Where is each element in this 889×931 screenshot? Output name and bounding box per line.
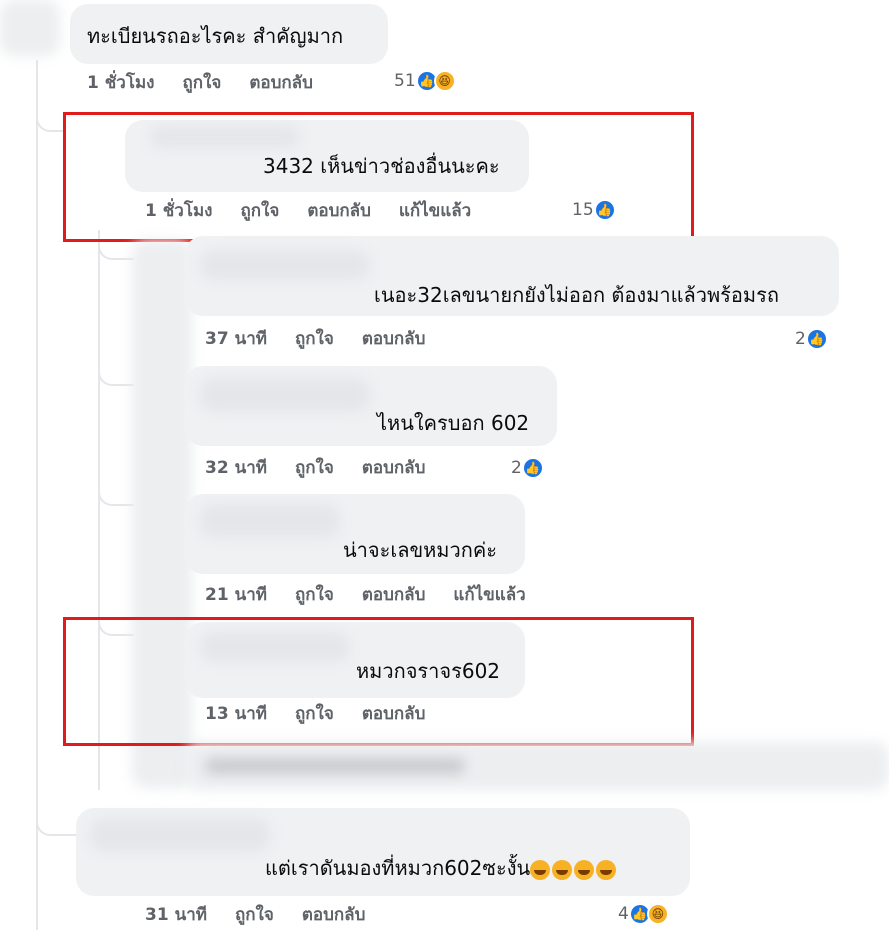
reply-button[interactable]: ตอบกลับ: [249, 73, 313, 93]
like-button[interactable]: ถูกใจ: [295, 458, 334, 478]
comment-text: ทะเบียนรถอะไรคะ สำคัญมาก: [87, 24, 344, 48]
thread-branch: [98, 480, 134, 506]
haha-reaction-icon: 😆: [646, 903, 669, 925]
comment-timestamp[interactable]: 1 ชั่วโมง: [87, 73, 154, 93]
comment-actions: 32 นาที ถูกใจ ตอบกลับ: [205, 457, 453, 479]
thread-branch: [36, 800, 78, 836]
rofl-emoji: [596, 859, 617, 880]
rofl-emoji: [552, 859, 573, 880]
comment-text: น่าจะเลขหมวกค่ะ: [343, 538, 497, 562]
comment-timestamp[interactable]: 21 นาที: [205, 585, 267, 605]
like-reaction-icon: 👍: [521, 457, 544, 479]
reaction-summary[interactable]: 2 👍: [511, 457, 544, 479]
comment-actions: 31 นาที ถูกใจ ตอบกลับ: [145, 904, 393, 926]
reaction-summary[interactable]: 4 👍 😆: [618, 903, 669, 925]
comment-text: แต่เราดันมองที่หมวก602ซะงั้น: [265, 856, 617, 880]
edited-label: แก้ไขแล้ว: [453, 585, 526, 605]
red-highlight-box: [63, 617, 694, 746]
comment-actions: 1 ชั่วโมง ถูกใจ ตอบกลับ: [87, 72, 341, 94]
blurred-author-name: [200, 250, 370, 280]
like-button[interactable]: ถูกใจ: [295, 585, 334, 605]
thread-branch: [98, 360, 134, 386]
comment-timestamp[interactable]: 37 นาที: [205, 329, 267, 349]
reaction-summary[interactable]: 51 👍 😆: [394, 70, 456, 92]
blurred-author-name: [90, 818, 270, 852]
haha-reaction-icon: 😆: [433, 70, 456, 92]
like-button[interactable]: ถูกใจ: [295, 329, 334, 349]
comment-timestamp[interactable]: 31 นาที: [145, 905, 207, 925]
like-button[interactable]: ถูกใจ: [235, 905, 274, 925]
like-button[interactable]: ถูกใจ: [182, 73, 221, 93]
rofl-emoji-group: [530, 859, 617, 880]
rofl-emoji: [530, 859, 551, 880]
comment-text: ไหนใครบอก 602: [377, 411, 530, 435]
rofl-emoji: [574, 859, 595, 880]
red-highlight-box: [63, 112, 694, 242]
thread-branch: [36, 100, 64, 132]
reaction-summary[interactable]: 2 👍: [795, 328, 828, 350]
reaction-count: 4: [618, 904, 629, 924]
reply-button[interactable]: ตอบกลับ: [362, 329, 426, 349]
blurred-author-name: [200, 504, 340, 538]
reaction-count: 51: [394, 71, 416, 91]
reply-button[interactable]: ตอบกลับ: [362, 458, 426, 478]
blurred-author-name: [200, 378, 370, 412]
reaction-count: 2: [795, 329, 806, 349]
comment-timestamp[interactable]: 32 นาที: [205, 458, 267, 478]
blurred-text: [205, 758, 465, 774]
blurred-avatar: [0, 0, 60, 56]
comment-actions: 37 นาที ถูกใจ ตอบกลับ: [205, 328, 453, 350]
reply-button[interactable]: ตอบกลับ: [302, 905, 366, 925]
like-reaction-icon: 👍: [805, 328, 828, 350]
comment-actions: 21 นาที ถูกใจ ตอบกลับ แก้ไขแล้ว: [205, 584, 554, 606]
comment-text: เนอะ32เลขนายกยังไม่ออก ต้องมาแล้วพร้อมรถ: [374, 283, 779, 307]
reply-button[interactable]: ตอบกลับ: [362, 585, 426, 605]
reaction-count: 2: [511, 458, 522, 478]
comment-text-body: แต่เราดันมองที่หมวก602ซะงั้น: [265, 856, 531, 880]
